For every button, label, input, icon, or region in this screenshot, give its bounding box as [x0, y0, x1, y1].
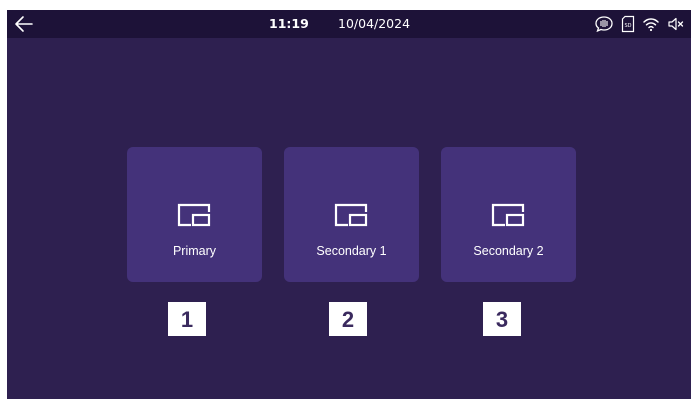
wifi-icon — [642, 15, 660, 33]
tile-label: Secondary 2 — [473, 244, 544, 258]
status-date: 10/04/2024 — [338, 16, 411, 31]
status-time: 11:19 — [269, 16, 309, 31]
tile-primary[interactable]: Primary — [127, 147, 262, 282]
screen: 11:19 10/04/2024 SD Primary Secondary 1 … — [7, 10, 691, 399]
sd-card-label: SD — [624, 23, 631, 29]
back-arrow-icon[interactable] — [13, 14, 35, 34]
badge-number-2: 2 — [329, 302, 367, 336]
status-icons: SD — [594, 14, 685, 34]
speaker-muted-icon — [667, 15, 685, 33]
picture-in-picture-icon — [490, 202, 526, 228]
tile-label: Primary — [172, 244, 217, 258]
badge-number-1: 1 — [168, 302, 206, 336]
intercom-bubble-icon — [594, 15, 614, 33]
picture-in-picture-icon — [176, 202, 212, 228]
tile-label: Secondary 1 — [316, 244, 387, 258]
picture-in-picture-icon — [333, 202, 369, 228]
status-bar: 11:19 10/04/2024 SD — [7, 10, 691, 38]
tile-secondary-2[interactable]: Secondary 2 — [441, 147, 576, 282]
badge-number-3: 3 — [483, 302, 521, 336]
sd-card-icon: SD — [621, 15, 635, 33]
tile-secondary-1[interactable]: Secondary 1 — [284, 147, 419, 282]
